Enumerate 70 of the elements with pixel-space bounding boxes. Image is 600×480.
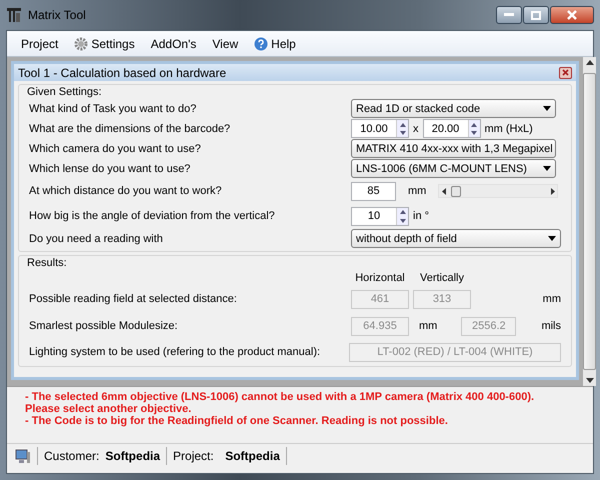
unit-label: mm (408, 184, 426, 199)
separator-label: x (413, 122, 418, 136)
dropdown[interactable]: MATRIX 410 4xx-xxx with 1,3 Megapixel (351, 139, 556, 158)
output-field: LT-002 (RED) / LT-004 (WHITE) (349, 342, 561, 362)
field-label: What are the dimensions of the barcode? (29, 122, 232, 136)
field-label: How big is the angle of deviation from the vertical? (29, 209, 276, 224)
menu-item[interactable]: Project (15, 32, 64, 54)
help-icon (254, 36, 268, 50)
menu-item[interactable]: AddOn's (144, 32, 202, 54)
unit-label: in ° (413, 209, 430, 224)
computer-icon (15, 448, 31, 464)
caret-icon (543, 166, 551, 172)
up-arrow-icon[interactable] (586, 60, 594, 65)
maximize-icon (531, 10, 541, 20)
right-arrow-icon[interactable] (550, 188, 555, 195)
dropdown[interactable]: Read 1D or stacked code (351, 99, 556, 118)
field-label: Lighting system to be used (refering to the product manual): (29, 344, 322, 360)
field-label: Which lense do you want to use? (29, 162, 192, 176)
unit-label: mm (HxL) (484, 122, 533, 136)
menu-item[interactable]: Settings (68, 32, 141, 54)
column-header: Horizontal (354, 270, 406, 286)
status-label: Customer: (44, 448, 100, 465)
status-value: Softpedia (225, 448, 280, 465)
output-field: 64.935 (351, 317, 409, 336)
unit-label: mils (541, 319, 561, 334)
input-field[interactable]: 85 (351, 182, 396, 201)
spin-box[interactable]: 20.00 (422, 119, 480, 138)
maximize-button[interactable] (523, 6, 549, 24)
close-icon (562, 69, 569, 76)
output-field: 313 (413, 290, 471, 309)
menu-item[interactable]: Help (248, 32, 302, 54)
minimize-button[interactable] (496, 6, 522, 24)
left-arrow-icon[interactable] (442, 188, 446, 195)
field-label: Smarlest possible Modulesize: (29, 319, 179, 334)
status-label: Project: (173, 448, 214, 465)
field-label: Do you need a reading with (29, 232, 164, 246)
gear-icon (74, 36, 88, 50)
close-button[interactable] (559, 66, 572, 78)
dropdown[interactable]: LNS-1006 (6MM C-MOUNT LENS) (351, 159, 556, 178)
error-message: - The selected 6mm objective (LNS-1006) cannot be used with a 1MP camera (Matrix 400 400-600). (25, 391, 536, 403)
field-label: Possible reading field at selected distance: (29, 292, 238, 308)
field-label: What kind of Task you want to do? (29, 102, 198, 116)
caret-icon (543, 106, 551, 112)
error-message: Please select another objective. (25, 403, 192, 415)
column-header: Vertically (418, 270, 466, 286)
close-button[interactable] (550, 6, 594, 24)
window-title: Matrix Tool (28, 7, 86, 24)
field-label: At which distance do you want to work? (29, 184, 223, 199)
status-value: Softpedia (105, 448, 160, 465)
dropdown[interactable]: without depth of field (351, 229, 561, 248)
spin-box[interactable]: 10.00 (351, 119, 409, 138)
close-icon (567, 10, 577, 20)
scrollbar[interactable] (583, 57, 596, 386)
output-field: 461 (351, 290, 409, 309)
unit-label: mm (542, 292, 561, 308)
output-field: 2556.2 (461, 317, 516, 336)
minimize-icon (504, 13, 514, 17)
group-label: Given Settings: (27, 84, 103, 99)
slider-thumb[interactable] (451, 186, 462, 198)
app-icon (6, 7, 22, 23)
error-message: - The Code is to big for the Readingfield of one Scanner. Reading is not possible. (25, 415, 449, 427)
slider[interactable] (438, 184, 558, 198)
unit-label: mm (419, 319, 438, 334)
caret-icon (548, 236, 556, 242)
field-label: Which camera do you want to use? (29, 142, 202, 156)
menu-item[interactable]: View (206, 32, 244, 54)
tool-window-title: Tool 1 - Calculation based on hardware (18, 64, 226, 82)
down-arrow-icon[interactable] (586, 378, 594, 383)
group-label: Results: (27, 256, 68, 270)
spin-box[interactable]: 10 (351, 206, 409, 226)
